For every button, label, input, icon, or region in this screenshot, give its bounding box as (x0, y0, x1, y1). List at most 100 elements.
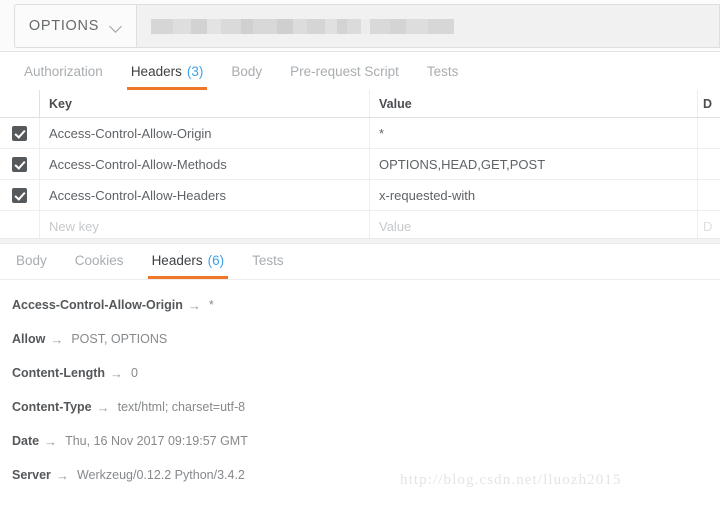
arrow-icon: → (50, 332, 63, 347)
request-url-bar: OPTIONS (0, 0, 720, 52)
header-key-input[interactable]: Access-Control-Allow-Headers (40, 180, 370, 210)
redaction-block (361, 19, 370, 34)
redaction-block (241, 19, 253, 34)
request-tab-authorization[interactable]: Authorization (10, 52, 117, 90)
chevron-down-icon (111, 21, 122, 32)
table-header-row: Key Value D (0, 90, 720, 118)
redaction-block (191, 19, 207, 34)
arrow-icon: → (188, 298, 201, 313)
request-headers-table: Key Value D Access-Control-Allow-Origin*… (0, 90, 720, 242)
response-tab-tests[interactable]: Tests (238, 241, 298, 279)
response-header-item: Date → Thu, 16 Nov 2017 09:19:57 GMT (12, 424, 720, 458)
response-header-value: 0 (131, 366, 138, 380)
redaction-block (277, 19, 293, 34)
redaction-block (390, 19, 406, 34)
tab-count-badge: (6) (208, 253, 225, 268)
request-tab-pre-request-script[interactable]: Pre-request Script (276, 52, 413, 90)
response-header-value: Werkzeug/0.12.2 Python/3.4.2 (77, 468, 245, 482)
response-header-value: text/html; charset=utf-8 (118, 400, 245, 414)
response-header-item: Content-Length → 0 (12, 356, 720, 390)
redacted-url-overlay (151, 19, 454, 34)
request-tab-body[interactable]: Body (217, 52, 276, 90)
tab-label: Body (16, 253, 47, 268)
response-header-item: Content-Type → text/html; charset=utf-8 (12, 390, 720, 424)
tab-label: Tests (252, 253, 284, 268)
tab-label: Body (231, 64, 262, 79)
response-header-name: Date (12, 434, 39, 448)
row-checkbox-cell[interactable] (0, 180, 40, 210)
tab-label: Headers (152, 253, 203, 268)
header-value-input[interactable]: OPTIONS,HEAD,GET,POST (370, 149, 698, 179)
redaction-block (370, 19, 390, 34)
tab-label: Pre-request Script (290, 64, 399, 79)
http-method-label: OPTIONS (29, 18, 99, 34)
response-header-item: Allow → POST, OPTIONS (12, 322, 720, 356)
header-description-input[interactable] (698, 180, 720, 210)
header-value-input[interactable]: Value (370, 211, 698, 241)
response-tab-cookies[interactable]: Cookies (61, 241, 138, 279)
response-header-name: Content-Type (12, 400, 92, 414)
request-url-input[interactable] (137, 4, 720, 48)
response-header-name: Content-Length (12, 366, 105, 380)
response-tab-body[interactable]: Body (2, 241, 61, 279)
redaction-block (221, 19, 241, 34)
table-row: Access-Control-Allow-Headersx-requested-… (0, 180, 720, 211)
redaction-block (253, 19, 277, 34)
redaction-block (151, 19, 173, 34)
arrow-icon: → (110, 366, 123, 381)
tab-label: Tests (427, 64, 459, 79)
header-value-input[interactable]: * (370, 118, 698, 148)
redaction-block (428, 19, 454, 34)
arrow-icon: → (56, 468, 69, 483)
response-header-name: Access-Control-Allow-Origin (12, 298, 183, 312)
response-header-name: Allow (12, 332, 45, 346)
header-description-input[interactable]: D (698, 211, 720, 241)
redaction-block (293, 19, 307, 34)
response-header-value: * (209, 298, 214, 312)
arrow-icon: → (44, 434, 57, 449)
header-key-input[interactable]: Access-Control-Allow-Origin (40, 118, 370, 148)
response-headers-list: Access-Control-Allow-Origin → * Allow → POST,… (0, 288, 720, 492)
checkbox-checked-icon[interactable] (12, 157, 27, 172)
table-row: Access-Control-Allow-Origin* (0, 118, 720, 149)
redaction-block (173, 19, 191, 34)
redaction-block (406, 19, 428, 34)
header-description-input[interactable] (698, 149, 720, 179)
column-header-value: Value (370, 90, 698, 117)
response-header-value: Thu, 16 Nov 2017 09:19:57 GMT (65, 434, 248, 448)
header-description-input[interactable] (698, 118, 720, 148)
request-tab-bar: Authorization Headers (3) Body Pre-request S… (0, 52, 720, 90)
redaction-block (307, 19, 325, 34)
response-tab-bar: Body Cookies Headers (6) Tests (0, 244, 720, 280)
postman-window: OPTIONS Authorization Headers (3) Body Pre-r… (0, 0, 720, 513)
redaction-block (337, 19, 347, 34)
row-checkbox-cell[interactable] (0, 149, 40, 179)
row-checkbox-cell[interactable] (0, 211, 40, 241)
http-method-dropdown[interactable]: OPTIONS (14, 4, 137, 48)
header-key-input[interactable]: Access-Control-Allow-Methods (40, 149, 370, 179)
checkbox-checked-icon[interactable] (12, 126, 27, 141)
response-header-value: POST, OPTIONS (71, 332, 167, 346)
response-header-item: Access-Control-Allow-Origin → * (12, 288, 720, 322)
watermark-text: http://blog.csdn.net/lluozh2015 (400, 472, 622, 489)
request-tab-tests[interactable]: Tests (413, 52, 473, 90)
request-tab-headers[interactable]: Headers (3) (117, 52, 218, 90)
tab-label: Authorization (24, 64, 103, 79)
column-header-key: Key (40, 90, 370, 117)
tab-label: Headers (131, 64, 182, 79)
row-checkbox-cell[interactable] (0, 118, 40, 148)
tab-label: Cookies (75, 253, 124, 268)
checkbox-checked-icon[interactable] (12, 188, 27, 203)
header-checkbox-column (0, 90, 40, 117)
column-header-description: D (698, 90, 720, 117)
header-value-input[interactable]: x-requested-with (370, 180, 698, 210)
response-header-name: Server (12, 468, 51, 482)
redaction-block (325, 19, 337, 34)
tab-count-badge: (3) (187, 64, 204, 79)
header-key-input[interactable]: New key (40, 211, 370, 241)
redaction-block (207, 19, 221, 34)
redaction-block (347, 19, 361, 34)
table-row: Access-Control-Allow-MethodsOPTIONS,HEAD… (0, 149, 720, 180)
response-tab-headers[interactable]: Headers (6) (138, 241, 239, 279)
arrow-icon: → (97, 400, 110, 415)
